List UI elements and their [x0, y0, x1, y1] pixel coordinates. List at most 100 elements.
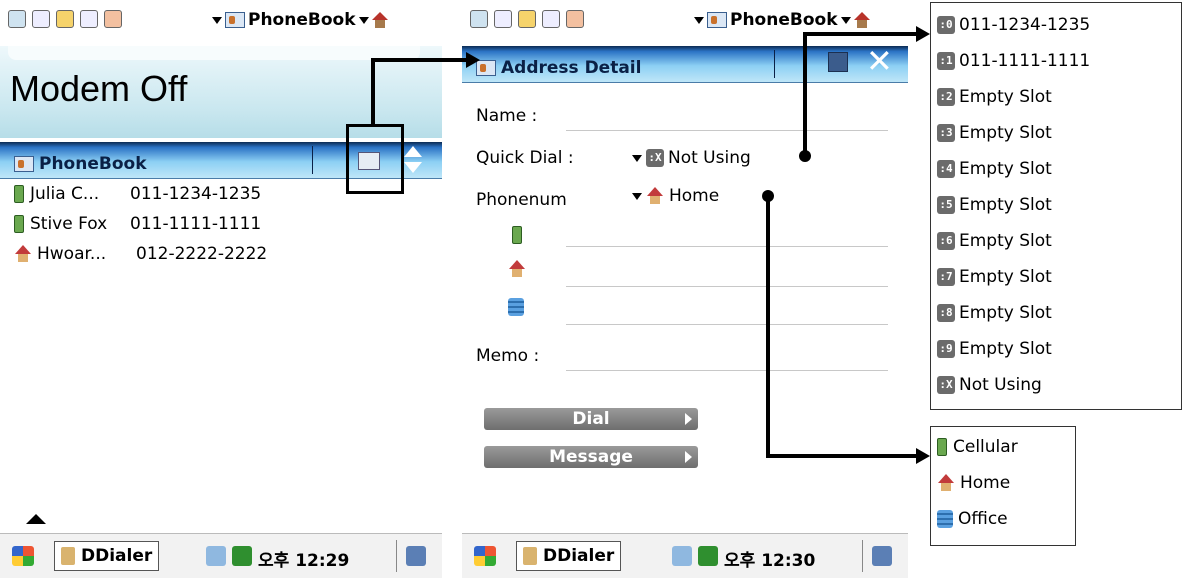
name-field[interactable] — [566, 130, 888, 131]
notification-icon[interactable] — [518, 10, 536, 28]
dropdown-arrow-icon — [694, 16, 704, 24]
contact-row[interactable]: Stive Fox 011-1111-1111 — [14, 214, 261, 234]
save-icon[interactable] — [828, 52, 848, 72]
home-screen-icon[interactable] — [371, 12, 388, 28]
phone-type-popup: Cellular Home Office — [930, 426, 1076, 546]
connector-line — [803, 32, 807, 156]
sip-toggle-icon[interactable] — [26, 514, 46, 524]
dial-button[interactable]: Dial — [484, 408, 698, 430]
quick-dial-option[interactable]: :6 Empty Slot — [937, 231, 1052, 251]
quick-dial-option[interactable]: :0 011-1234-1235 — [937, 15, 1090, 35]
dropdown-arrow-icon — [212, 16, 222, 24]
phone-type-value: Home — [669, 186, 720, 206]
volume-icon[interactable] — [32, 10, 50, 28]
home-icon — [508, 260, 526, 278]
left-phone-screen: PhoneBook Modem Off PhoneBook Julia C...… — [0, 0, 442, 578]
connector-line — [766, 196, 770, 458]
volume-icon[interactable] — [494, 10, 512, 28]
status-icons — [8, 10, 122, 28]
slot-badge: :3 — [937, 124, 955, 142]
taskbar-separator — [862, 540, 863, 572]
slot-label: Empty Slot — [959, 87, 1052, 107]
contact-row[interactable]: Hwoar... 012-2222-2222 — [14, 244, 267, 264]
clock[interactable]: 오후 12:30 — [724, 546, 815, 571]
start-menu-icon[interactable] — [474, 546, 496, 566]
quick-dial-dropdown[interactable]: :X Not Using — [632, 148, 751, 168]
connector-arrowhead — [916, 448, 930, 464]
list-header-label: PhoneBook — [39, 154, 147, 174]
cellular-field[interactable] — [566, 246, 888, 247]
quick-dial-option[interactable]: :1 011-1111-1111 — [937, 51, 1090, 71]
connector-arrowhead — [466, 52, 480, 68]
message-button[interactable]: Message — [484, 446, 698, 468]
top-status-bar: PhoneBook — [462, 0, 908, 36]
slot-label: Empty Slot — [959, 123, 1052, 143]
contact-row[interactable]: Julia C... 011-1234-1235 — [14, 184, 261, 204]
status-icons — [470, 10, 584, 28]
office-field[interactable] — [566, 324, 888, 325]
taskbar-app-button[interactable]: DDialer — [54, 541, 160, 571]
phonebook-icon — [707, 12, 727, 28]
keyboard-icon[interactable] — [406, 546, 426, 566]
slot-label: Empty Slot — [959, 195, 1052, 215]
contact-number: 012-2222-2222 — [136, 244, 268, 264]
home-screen-icon[interactable] — [853, 12, 870, 28]
slot-label: 011-1111-1111 — [959, 51, 1091, 71]
slot-badge: :9 — [937, 340, 955, 358]
phone-icon — [523, 547, 537, 565]
keyboard-icon[interactable] — [872, 546, 892, 566]
dial-button-label: Dial — [572, 409, 610, 429]
slot-label: Empty Slot — [959, 303, 1052, 323]
dropdown-arrow-icon — [358, 16, 369, 24]
dialer-status-icon[interactable] — [232, 546, 252, 566]
quick-dial-value: Not Using — [668, 148, 751, 168]
memo-label: Memo : — [476, 346, 540, 366]
memo-field[interactable] — [566, 370, 888, 371]
quick-dial-option[interactable]: :2 Empty Slot — [937, 87, 1052, 107]
dialer-status-icon[interactable] — [698, 546, 718, 566]
connector-line — [766, 454, 918, 458]
phone-type-dropdown[interactable]: Home — [632, 186, 719, 206]
network-icon[interactable] — [470, 10, 488, 28]
contact-name: Julia C... — [30, 184, 100, 204]
quick-dial-option[interactable]: :7 Empty Slot — [937, 267, 1052, 287]
quick-dial-option[interactable]: :X Not Using — [937, 375, 1042, 395]
connector-line — [371, 58, 471, 62]
dropdown-arrow-icon — [632, 154, 642, 162]
close-icon[interactable]: ✕ — [866, 44, 893, 78]
lock-icon[interactable] — [80, 10, 98, 28]
dialog-header: Address Detail — [476, 58, 641, 78]
quick-dial-option[interactable]: :9 Empty Slot — [937, 339, 1052, 359]
app-title: PhoneBook — [730, 10, 838, 30]
taskbar-app-button[interactable]: DDialer — [516, 541, 622, 571]
quick-dial-option[interactable]: :8 Empty Slot — [937, 303, 1052, 323]
lock-icon[interactable] — [542, 10, 560, 28]
scroll-up-icon[interactable] — [404, 146, 422, 157]
quick-dial-option[interactable]: :5 Empty Slot — [937, 195, 1052, 215]
phone-icon — [61, 547, 75, 565]
slot-badge: :2 — [937, 88, 955, 106]
phone-type-option[interactable]: Home — [937, 473, 1010, 493]
scroll-down-icon[interactable] — [404, 162, 422, 173]
slot-label: Empty Slot — [959, 159, 1052, 179]
cellular-icon — [14, 185, 24, 203]
network-icon[interactable] — [8, 10, 26, 28]
tasks-icon[interactable] — [566, 10, 584, 28]
contact-number: 011-1234-1235 — [130, 184, 262, 204]
connectivity-icon[interactable] — [206, 546, 226, 566]
app-title-menu[interactable]: PhoneBook — [694, 10, 870, 30]
connectivity-icon[interactable] — [672, 546, 692, 566]
phone-type-option[interactable]: Cellular — [937, 437, 1018, 457]
clock[interactable]: 오후 12:29 — [258, 546, 349, 571]
quick-dial-option[interactable]: :3 Empty Slot — [937, 123, 1052, 143]
quick-dial-popup: :0 011-1234-1235 :1 011-1111-1111 :2 Empty … — [930, 2, 1182, 410]
home-field[interactable] — [566, 286, 888, 287]
tasks-icon[interactable] — [104, 10, 122, 28]
notification-icon[interactable] — [56, 10, 74, 28]
quick-dial-option[interactable]: :4 Empty Slot — [937, 159, 1052, 179]
app-title: PhoneBook — [248, 10, 356, 30]
phone-type-option[interactable]: Office — [937, 509, 1008, 529]
phone-type-label: Office — [958, 509, 1008, 529]
start-menu-icon[interactable] — [12, 546, 34, 566]
app-title-menu[interactable]: PhoneBook — [212, 10, 388, 30]
